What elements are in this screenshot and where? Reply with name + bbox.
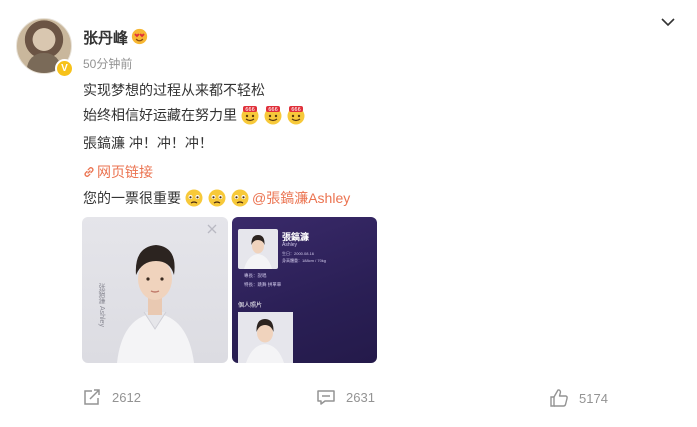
portrait-side-text: 张鎬濂 Ashley xyxy=(98,283,105,327)
weibo-post-card: V 张丹峰 50分钟前 实现梦想的过程从来都不轻松 始终相信好运藏在努力里 66… xyxy=(0,0,697,427)
pleading-face-emoji-icon xyxy=(208,189,226,207)
666-emoji-icon: 666 xyxy=(264,106,282,125)
repost-button[interactable]: 2612 xyxy=(82,388,141,406)
like-button[interactable]: 5174 xyxy=(549,388,608,408)
pleading-face-emoji-icon xyxy=(231,189,249,207)
heart-eyes-emoji-icon xyxy=(131,28,148,45)
svg-text:666: 666 xyxy=(245,107,255,113)
profile-card-measure: 身高體重：188cm / 70kg xyxy=(282,258,327,263)
repost-count: 2612 xyxy=(112,389,141,405)
post-text: 始终相信好运藏在努力里 xyxy=(83,107,237,123)
post-text-line-2: 始终相信好运藏在努力里 666 666 666 xyxy=(83,105,306,125)
comment-button[interactable]: 2631 xyxy=(316,388,375,406)
svg-text:666: 666 xyxy=(291,107,301,113)
verified-badge-icon: V xyxy=(55,59,74,78)
post-text: 您的一票很重要 xyxy=(83,190,181,206)
post-text-line-3: 張鎬濂 冲！冲！冲！ xyxy=(83,133,213,153)
post-text-line-5: 您的一票很重要 @張鎬濂Ashley xyxy=(83,188,350,208)
chevron-down-icon[interactable] xyxy=(660,16,676,28)
pleading-face-emoji-icon xyxy=(185,189,203,207)
web-link[interactable]: 网页链接 xyxy=(83,162,153,182)
web-link-label[interactable]: 网页链接 xyxy=(97,162,153,182)
mention-link[interactable]: @張鎬濂Ashley xyxy=(252,188,350,208)
profile-card-thumbnail xyxy=(238,229,278,269)
666-emoji-icon: 666 xyxy=(287,106,305,125)
post-text: 張鎬濂 冲！冲！冲！ xyxy=(83,135,213,151)
post-action-bar: 2612 2631 5174 xyxy=(0,388,697,412)
profile-card-line-b: 特長：跳舞 拼單車 xyxy=(244,282,282,287)
666-emoji-icon: 666 xyxy=(241,106,259,125)
profile-card-birthday: 生日：2000.08.16 xyxy=(282,251,315,256)
post-image-portrait[interactable]: 张鎬濂 Ashley xyxy=(82,217,228,363)
post-image-profile-card[interactable]: 張鎬濂 Ashley 生日：2000.08.16 身高體重：188cm / 70… xyxy=(232,217,377,363)
link-icon xyxy=(84,167,94,177)
post-timestamp[interactable]: 50分钟前 xyxy=(83,55,132,72)
svg-text:666: 666 xyxy=(268,107,278,113)
thumbs-up-icon xyxy=(550,389,568,407)
post-text-line-1: 实现梦想的过程从来都不轻松 xyxy=(83,80,265,100)
post-text: 实现梦想的过程从来都不轻松 xyxy=(83,82,265,98)
username[interactable]: 张丹峰 xyxy=(83,27,128,48)
profile-card-en-name: Ashley xyxy=(282,242,298,248)
profile-card-section-title: 個人照片 xyxy=(238,303,263,309)
profile-card-photo-thumbnail xyxy=(238,312,293,363)
comment-count: 2631 xyxy=(346,389,375,405)
repost-icon xyxy=(84,389,100,405)
like-count: 5174 xyxy=(579,390,608,406)
comment-icon xyxy=(317,390,335,405)
profile-card-line-a: 專長：說唱 xyxy=(244,273,267,278)
